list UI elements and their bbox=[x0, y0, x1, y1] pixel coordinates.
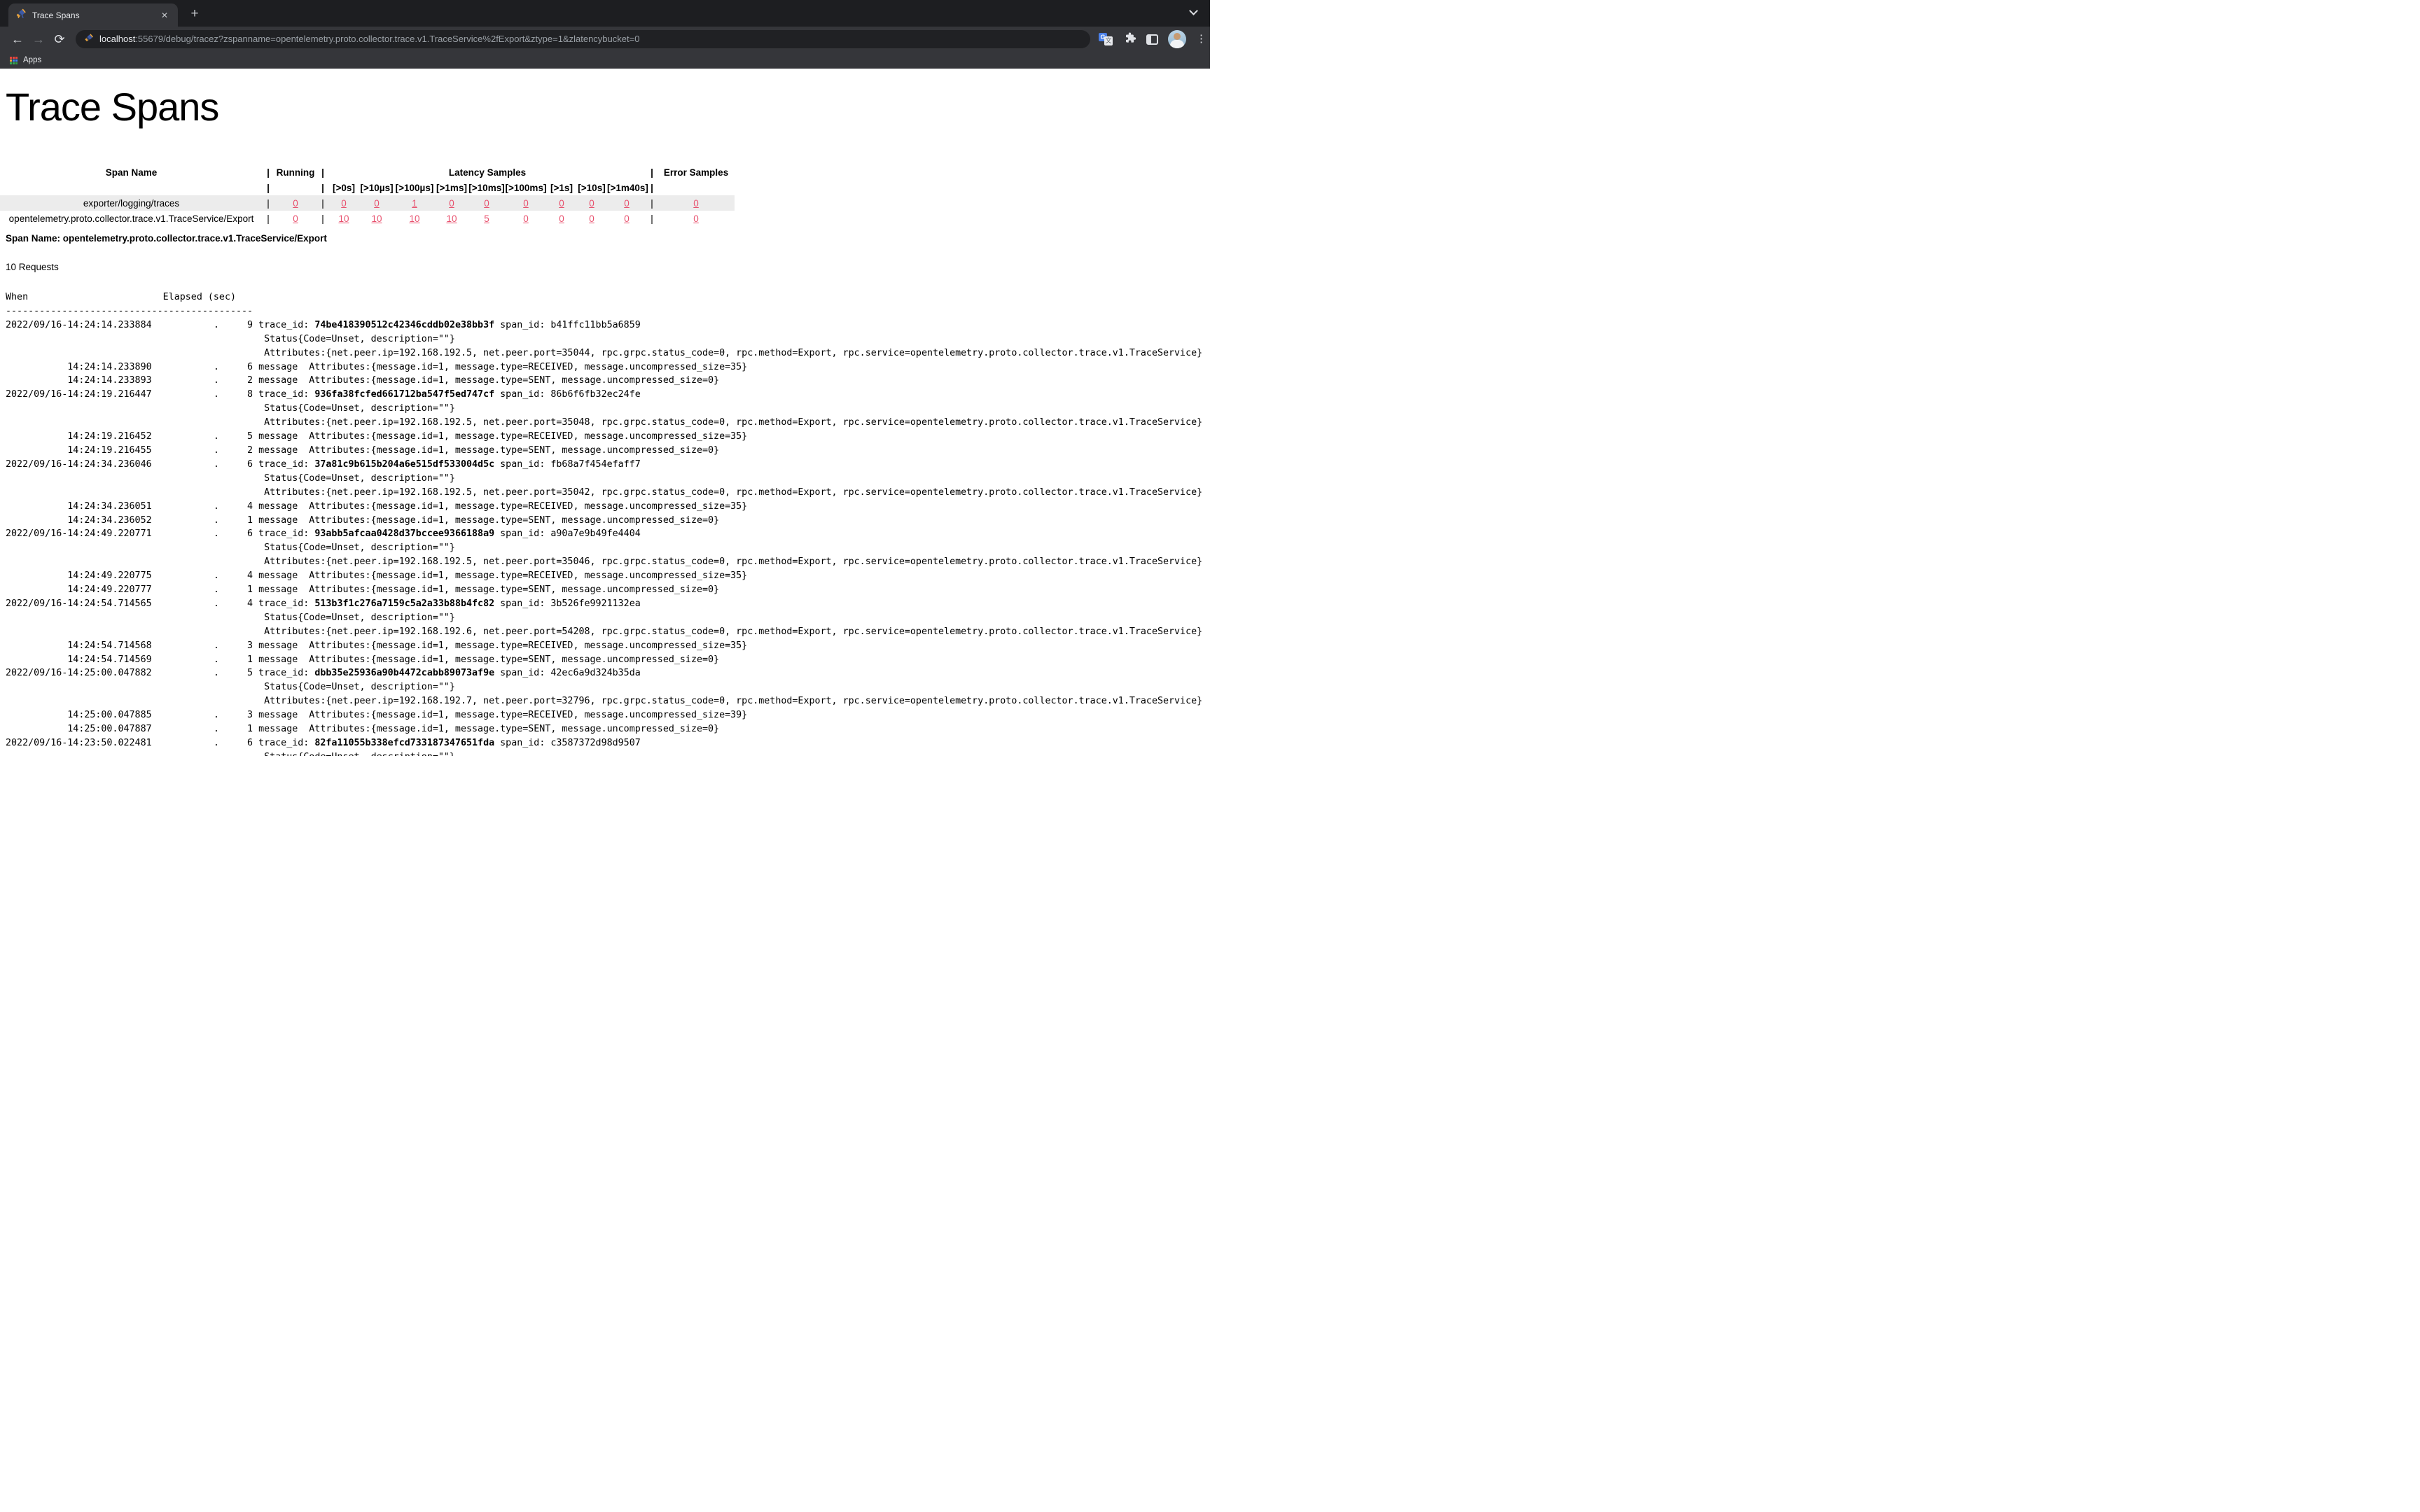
sample-count-link[interactable]: 0 bbox=[589, 198, 594, 209]
col-span-name: Span Name bbox=[0, 164, 263, 180]
trace-id: dbb35e25936a90b4472cabb89073af9e bbox=[314, 668, 494, 678]
trace-id: 93abb5afcaa0428d37bccee9366188a9 bbox=[314, 528, 494, 539]
sample-count-link[interactable]: 0 bbox=[293, 214, 298, 224]
sample-count-link[interactable]: 0 bbox=[559, 214, 564, 224]
url-path: :55679/debug/tracez?zspanname=openteleme… bbox=[135, 34, 639, 44]
latency-bucket-label: [>1ms] bbox=[435, 180, 468, 195]
trace-id: 74be418390512c42346cddb02e38bb3f bbox=[314, 320, 494, 330]
sample-count-link[interactable]: 1 bbox=[412, 198, 417, 209]
sample-count-link[interactable]: 10 bbox=[446, 214, 457, 224]
sample-count-link[interactable]: 0 bbox=[293, 198, 298, 209]
separator: | bbox=[646, 164, 658, 180]
latency-bucket-label: [>10ms] bbox=[468, 180, 505, 195]
request-count: 10 Requests bbox=[6, 262, 1210, 272]
sample-count-link[interactable]: 10 bbox=[371, 214, 382, 224]
col-running: Running bbox=[274, 164, 317, 180]
reload-button[interactable]: ⟳ bbox=[49, 32, 70, 47]
tab-close-icon[interactable]: ✕ bbox=[158, 9, 171, 22]
latency-bucket-label: [>10s] bbox=[576, 180, 607, 195]
separator: | bbox=[317, 180, 328, 195]
summary-header-row: Span Name | Running | Latency Samples | … bbox=[0, 164, 735, 180]
side-panel-icon[interactable] bbox=[1146, 34, 1158, 45]
trace-id: 37a81c9b615b204a6e515df533004d5c bbox=[314, 459, 494, 470]
separator: | bbox=[263, 164, 274, 180]
browser-tab[interactable]: Trace Spans ✕ bbox=[8, 4, 178, 27]
separator: | bbox=[317, 211, 328, 226]
chevron-down-icon[interactable] bbox=[1190, 9, 1199, 18]
trace-id: 82fa11055b338efcd733187347651fda bbox=[314, 738, 494, 748]
span-row: exporter/logging/traces|0|001000000|0 bbox=[0, 195, 735, 211]
sample-count-link[interactable]: 0 bbox=[523, 214, 529, 224]
sample-count-link[interactable]: 10 bbox=[338, 214, 349, 224]
sample-count-link[interactable]: 0 bbox=[559, 198, 564, 209]
extensions-puzzle-icon[interactable] bbox=[1124, 31, 1136, 48]
bookmark-apps[interactable]: Apps bbox=[23, 56, 41, 64]
telescope-favicon bbox=[15, 8, 27, 22]
sample-count-link[interactable]: 0 bbox=[693, 214, 699, 224]
telescope-site-icon bbox=[84, 33, 94, 46]
col-error-samples: Error Samples bbox=[658, 164, 735, 180]
sample-count-link[interactable]: 0 bbox=[374, 198, 380, 209]
latency-bucket-label: [>0s] bbox=[328, 180, 359, 195]
latency-bucket-header-row: | | [>0s][>10µs][>100µs][>1ms][>10ms][>1… bbox=[0, 180, 735, 195]
apps-grid-icon bbox=[10, 57, 18, 64]
sample-count-link[interactable]: 0 bbox=[693, 198, 699, 209]
separator: | bbox=[263, 180, 274, 195]
sample-count-link[interactable]: 10 bbox=[409, 214, 419, 224]
latency-bucket-label: [>100ms] bbox=[505, 180, 547, 195]
tab-strip: Trace Spans ✕ + bbox=[0, 0, 1210, 27]
sample-count-link[interactable]: 0 bbox=[484, 198, 489, 209]
latency-bucket-label: [>1m40s] bbox=[607, 180, 646, 195]
sample-count-link[interactable]: 0 bbox=[624, 214, 630, 224]
col-latency-samples: Latency Samples bbox=[328, 164, 646, 180]
browser-toolbar: ← → ⟳ localhost:55679/debug/tracez?zspan… bbox=[0, 27, 1210, 52]
page-title: Trace Spans bbox=[6, 84, 1210, 130]
separator: | bbox=[317, 195, 328, 211]
latency-bucket-label: [>1s] bbox=[547, 180, 576, 195]
tab-title: Trace Spans bbox=[32, 10, 153, 20]
tracez-page: Trace Spans Span Name | Running | Latenc… bbox=[0, 69, 1210, 756]
address-bar[interactable]: localhost:55679/debug/tracez?zspanname=o… bbox=[76, 30, 1090, 48]
trace-id: 936fa38fcfed661712ba547f5ed747cf bbox=[314, 389, 494, 400]
url-host: localhost bbox=[99, 34, 135, 44]
profile-avatar[interactable] bbox=[1168, 30, 1186, 48]
forward-button[interactable]: → bbox=[28, 32, 49, 47]
span-name: exporter/logging/traces bbox=[0, 195, 263, 211]
sample-count-link[interactable]: 0 bbox=[523, 198, 529, 209]
sample-count-link[interactable]: 0 bbox=[589, 214, 594, 224]
separator: | bbox=[646, 211, 658, 226]
browser-window: Trace Spans ✕ + ← → ⟳ localhost:556 bbox=[0, 0, 1210, 69]
bookmarks-bar: Apps bbox=[0, 52, 1210, 69]
latency-bucket-label: [>10µs] bbox=[359, 180, 394, 195]
translate-icon[interactable]: G 文 bbox=[1099, 32, 1114, 46]
new-tab-button[interactable]: + bbox=[186, 6, 203, 22]
latency-bucket-label: [>100µs] bbox=[394, 180, 435, 195]
sample-count-link[interactable]: 5 bbox=[484, 214, 489, 224]
trace-id: 513b3f1c276a7159c5a2a33b88b4fc82 bbox=[314, 598, 494, 609]
span-summary-table: Span Name | Running | Latency Samples | … bbox=[0, 164, 735, 226]
browser-menu-icon[interactable]: ⋮ bbox=[1196, 36, 1203, 43]
sample-count-link[interactable]: 0 bbox=[449, 198, 454, 209]
separator: | bbox=[263, 211, 274, 226]
selected-span-name: Span Name: opentelemetry.proto.collector… bbox=[6, 233, 1210, 244]
span-name: opentelemetry.proto.collector.trace.v1.T… bbox=[0, 211, 263, 226]
separator: | bbox=[263, 195, 274, 211]
span-row: opentelemetry.proto.collector.trace.v1.T… bbox=[0, 211, 735, 226]
trace-log: When Elapsed (sec) ---------------------… bbox=[0, 290, 1210, 756]
sample-count-link[interactable]: 0 bbox=[341, 198, 347, 209]
separator: | bbox=[317, 164, 328, 180]
separator: | bbox=[646, 195, 658, 211]
sample-count-link[interactable]: 0 bbox=[624, 198, 630, 209]
back-button[interactable]: ← bbox=[7, 32, 28, 47]
